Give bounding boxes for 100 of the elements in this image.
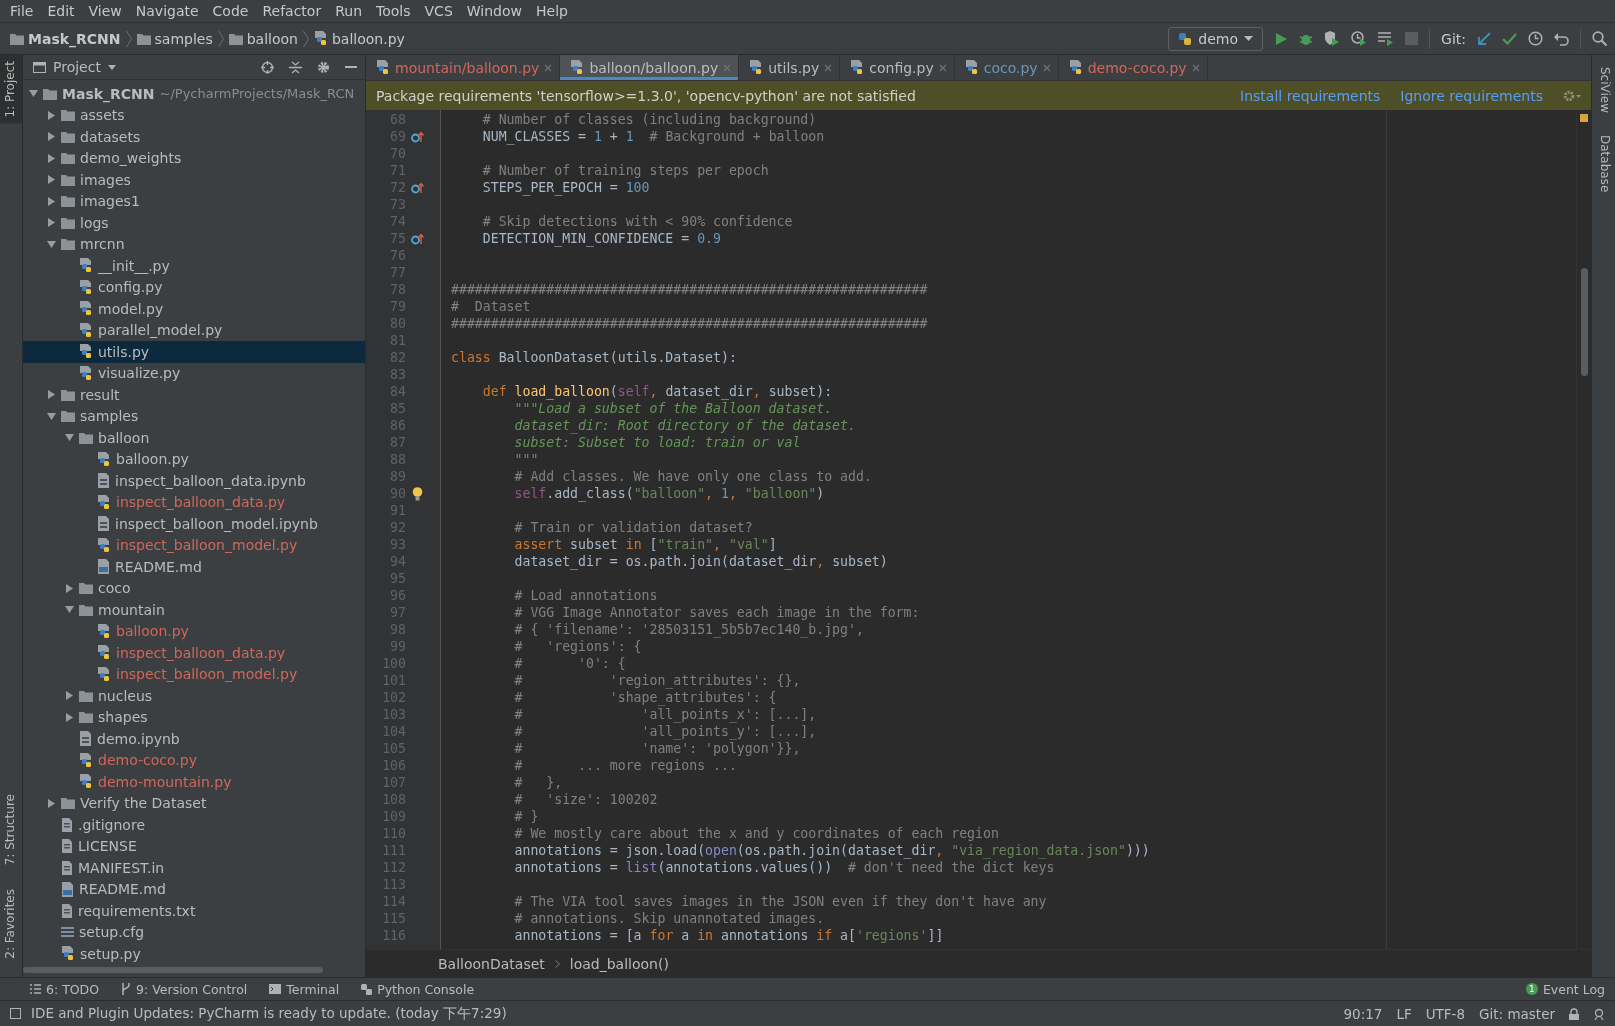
chevron-icon[interactable] — [65, 712, 74, 722]
coverage-icon[interactable] — [1324, 31, 1341, 46]
tool-window-tab[interactable]: Database — [1592, 131, 1615, 197]
collapse-icon[interactable] — [289, 60, 302, 74]
chevron-icon[interactable] — [47, 175, 56, 185]
tree-item[interactable]: samples — [23, 405, 365, 427]
breadcrumb-item[interactable]: balloon.py — [313, 30, 405, 47]
settings-icon[interactable] — [1563, 89, 1581, 102]
tree-item[interactable]: assets — [23, 104, 365, 126]
breadcrumb-item[interactable]: balloon — [228, 30, 298, 47]
run-icon[interactable] — [1274, 31, 1289, 46]
tree-item[interactable]: demo_weights — [23, 147, 365, 169]
override-icon[interactable] — [410, 181, 424, 194]
tree-item[interactable]: model.py — [23, 298, 365, 320]
editor-tab[interactable]: demo-coco.py — [1058, 55, 1208, 80]
breadcrumb-item[interactable]: samples — [136, 30, 213, 47]
chevron-icon[interactable] — [65, 691, 74, 701]
tree-item[interactable]: utils.py — [23, 341, 365, 363]
window-icon[interactable] — [10, 1008, 21, 1019]
override-icon[interactable] — [410, 232, 424, 245]
tree-item[interactable]: config.py — [23, 276, 365, 298]
banner-link[interactable]: Ignore requirements — [1400, 87, 1543, 104]
scrollbar[interactable] — [23, 967, 323, 973]
chevron-icon[interactable] — [47, 239, 56, 249]
tree-item[interactable]: parallel_model.py — [23, 319, 365, 341]
tree-item[interactable]: LICENSE — [23, 835, 365, 857]
banner-link[interactable]: Install requirements — [1240, 87, 1381, 104]
menu-item[interactable]: Help — [530, 3, 574, 19]
tree-item[interactable]: datasets — [23, 126, 365, 148]
tree-item[interactable]: setup.py — [23, 943, 365, 965]
editor-tab[interactable]: utils.py — [739, 55, 841, 80]
chevron-icon[interactable] — [65, 433, 74, 443]
tree-item[interactable]: logs — [23, 212, 365, 234]
close-icon[interactable] — [544, 63, 553, 72]
run-list-icon[interactable] — [1378, 31, 1395, 46]
menu-item[interactable]: VCS — [418, 3, 459, 19]
tree-item[interactable]: mrcnn — [23, 233, 365, 255]
chevron-icon[interactable] — [47, 411, 56, 421]
chevron-icon[interactable] — [65, 605, 74, 615]
encoding-selector[interactable]: UTF-8 — [1425, 1005, 1466, 1022]
editor-tab[interactable]: balloon/balloon.py — [560, 55, 740, 80]
tree-item[interactable]: shapes — [23, 706, 365, 728]
menu-item[interactable]: Edit — [41, 3, 81, 19]
override-icon[interactable] — [410, 130, 424, 143]
menu-item[interactable]: View — [82, 3, 128, 19]
chevron-icon[interactable] — [47, 218, 56, 228]
tree-item[interactable]: Verify the Dataset — [23, 792, 365, 814]
chevron-icon[interactable] — [47, 798, 56, 808]
target-icon[interactable] — [261, 60, 274, 74]
tree-item[interactable]: inspect_balloon_model.ipynb — [23, 513, 365, 535]
breadcrumb-item[interactable]: Mask_RCNN — [10, 30, 121, 47]
breadcrumb-item[interactable]: load_balloon() — [569, 955, 669, 972]
editor-tab[interactable]: config.py — [840, 55, 955, 80]
chevron-icon[interactable] — [65, 583, 74, 593]
tree-item[interactable]: MANIFEST.in — [23, 857, 365, 879]
menu-item[interactable]: Window — [460, 3, 528, 19]
tree-item[interactable]: demo.ipynb — [23, 728, 365, 750]
breadcrumb-item[interactable]: BalloonDataset — [438, 955, 545, 972]
chevron-icon[interactable] — [47, 132, 56, 142]
tree-item[interactable]: nucleus — [23, 685, 365, 707]
tree-item[interactable]: inspect_balloon_model.py — [23, 534, 365, 556]
git-branch-selector[interactable]: Git: master — [1479, 1005, 1555, 1022]
close-icon[interactable] — [1042, 63, 1051, 72]
editor-tab[interactable]: coco.py — [954, 55, 1059, 80]
menu-item[interactable]: Refactor — [256, 3, 328, 19]
menu-item[interactable]: Code — [206, 3, 255, 19]
tool-window-tab[interactable]: 1: Project — [0, 55, 22, 124]
chevron-icon[interactable] — [47, 110, 56, 120]
close-icon[interactable] — [1191, 63, 1200, 72]
tree-item[interactable]: README.md — [23, 556, 365, 578]
search-icon[interactable] — [1592, 31, 1607, 46]
event-log-button[interactable]: 1 Event Log — [1525, 981, 1605, 997]
menu-item[interactable]: File — [4, 3, 40, 19]
tree-item[interactable]: inspect_balloon_data.py — [23, 491, 365, 513]
tree-item[interactable]: balloon — [23, 427, 365, 449]
warning-marker-icon[interactable] — [1580, 114, 1588, 122]
lightbulb-icon[interactable] — [411, 486, 423, 501]
settings-icon[interactable] — [317, 60, 330, 74]
tree-item[interactable]: images1 — [23, 190, 365, 212]
checkmark-icon[interactable] — [1502, 32, 1517, 45]
chevron-icon[interactable] — [47, 390, 56, 400]
cursor-position[interactable]: 90:17 — [1343, 1005, 1383, 1022]
tree-item[interactable]: visualize.py — [23, 362, 365, 384]
tree-item[interactable]: result — [23, 384, 365, 406]
tool-window-button[interactable]: 9: Version Control — [121, 981, 248, 997]
tree-item[interactable]: Mask_RCNN ~/PycharmProjects/Mask_RCN — [23, 83, 365, 105]
tree-item[interactable]: inspect_balloon_data.ipynb — [23, 470, 365, 492]
menu-item[interactable]: Tools — [370, 3, 417, 19]
chevron-icon[interactable] — [47, 153, 56, 163]
chevron-icon[interactable] — [29, 89, 38, 99]
clock-icon[interactable] — [1528, 31, 1543, 46]
menu-item[interactable]: Run — [329, 3, 369, 19]
run-configuration-dropdown[interactable]: demo — [1168, 26, 1264, 51]
tool-window-tab[interactable]: 7: Structure — [0, 787, 22, 872]
tool-window-tab[interactable]: 2: Favorites — [0, 883, 22, 965]
tool-window-button[interactable]: Python Console — [361, 981, 475, 997]
close-icon[interactable] — [938, 63, 947, 72]
tree-item[interactable]: README.md — [23, 878, 365, 900]
tree-item[interactable]: inspect_balloon_model.py — [23, 663, 365, 685]
profiler-icon[interactable] — [1351, 31, 1368, 46]
